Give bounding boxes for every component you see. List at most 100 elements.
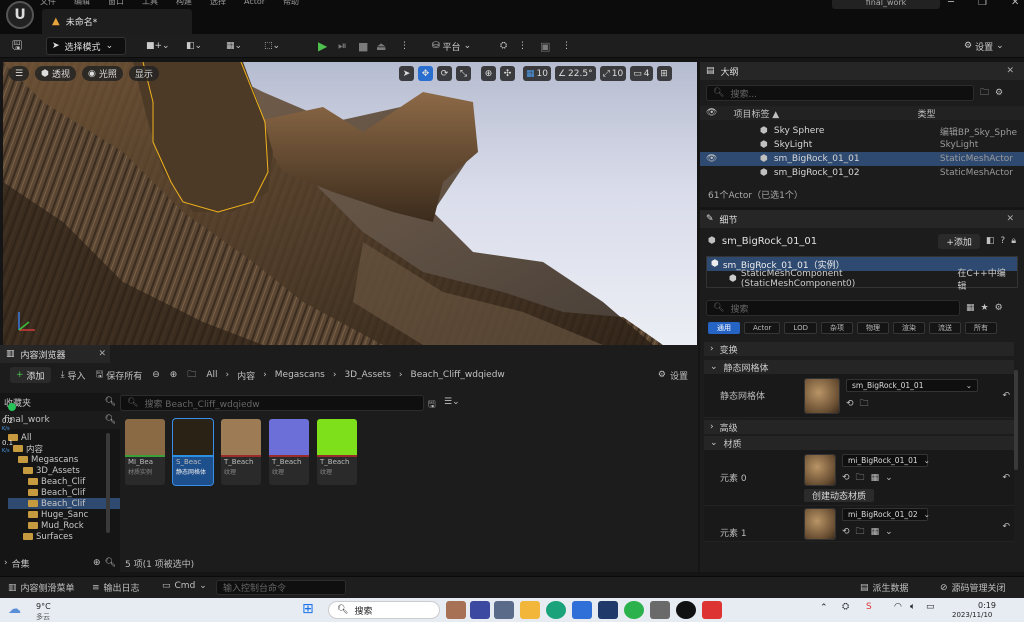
folder-tree-item[interactable]: Mud_Rock (8, 520, 120, 531)
more-icon[interactable]: ⋮ (562, 37, 571, 55)
cmd-dropdown[interactable]: ▭ Cmd ⌄ (162, 581, 207, 591)
menu-item[interactable]: 文件 (40, 0, 56, 7)
asset-tile[interactable]: S_Beac 静态网格体 (172, 418, 214, 486)
static-mesh-thumbnail[interactable] (804, 377, 840, 414)
blueprint-icon[interactable]: ◧⌄ (186, 37, 202, 55)
tray-app-icon[interactable]: S (866, 602, 872, 612)
forward-icon[interactable]: ⊕ (170, 370, 178, 380)
blueprint-icon[interactable]: ◧ (986, 236, 995, 246)
save-search-icon[interactable]: 🖫 (428, 397, 436, 413)
search-icon[interactable]: 🔍︎ (105, 415, 116, 425)
lock-icon[interactable]: 🔒︎ (1011, 236, 1016, 246)
folder-icon[interactable]: 🗀 (860, 396, 869, 412)
outliner-row[interactable]: ⬢ SkyLight SkyLight (700, 138, 1024, 152)
search-icon[interactable]: 🔍︎ (105, 558, 116, 568)
save-icon[interactable]: 🖫 (12, 37, 22, 55)
save-all-button[interactable]: 🖫 保存所有 (96, 367, 143, 383)
derived-data-button[interactable]: ▤ 派生数据 (860, 581, 909, 595)
details-search-input[interactable]: 🔍︎ 搜索 (706, 300, 960, 316)
outliner-col-type[interactable]: 类型 (917, 107, 935, 120)
element1-dropdown[interactable]: mi_BigRock_01_02 ⌄ (842, 508, 930, 521)
edit-in-cpp-link[interactable]: 在C++中编辑 (957, 266, 1013, 292)
play-icon[interactable]: ▶ (318, 37, 327, 55)
add-actor-icon[interactable]: ■+⌄ (146, 37, 170, 55)
app-icon[interactable] (702, 601, 722, 619)
modeling-icon[interactable]: ▣ (540, 37, 550, 55)
gear-icon[interactable]: ⚙ (995, 303, 1003, 313)
filter-icon[interactable]: ☰⌄ (444, 397, 460, 407)
widgets-icon[interactable] (494, 601, 514, 619)
close-icon[interactable]: ✕ (1006, 214, 1014, 224)
folder-tree-item[interactable]: Surfaces (8, 531, 120, 542)
taskview-icon[interactable] (470, 601, 490, 619)
rotate-tool-icon[interactable]: ⟳ (437, 66, 452, 81)
app-icon[interactable] (598, 601, 618, 619)
maximize-icon[interactable]: ❐ (978, 0, 987, 8)
battery-icon[interactable]: ▭ (926, 602, 935, 612)
content-browser-tab[interactable]: ▥ 内容浏览器 ✕ (0, 345, 110, 363)
details-scrollbar[interactable] (1014, 370, 1018, 470)
grid-snap-button[interactable]: ▦ 10 (523, 66, 551, 81)
play-next-frame-icon[interactable]: ⏯ (338, 37, 347, 55)
folder-tree-item[interactable]: Beach_Clif (8, 487, 120, 498)
element0-thumbnail[interactable] (804, 453, 836, 486)
show-button[interactable]: 显示 (128, 66, 159, 81)
folder-icon[interactable]: 🗀 (856, 470, 865, 486)
outliner-col-label[interactable]: 项目标签 ▲ (723, 107, 911, 120)
transform-section[interactable]: › 变换 (704, 342, 1014, 356)
weather-icon[interactable]: ☁ (8, 602, 21, 617)
folder-tree-item[interactable]: 内容 (8, 443, 120, 455)
filter-chip[interactable]: Actor (744, 322, 781, 334)
folder-icon[interactable]: 🗀 (187, 367, 196, 383)
weather-temp[interactable]: 9°C (36, 602, 51, 611)
close-icon[interactable]: ✕ (1011, 0, 1019, 8)
close-icon[interactable]: ✕ (1006, 66, 1014, 76)
outliner-row[interactable]: ⬢ Sky Sphere 编辑BP_Sky_Sphe (700, 124, 1024, 138)
browse-icon[interactable]: ⟲ (842, 527, 850, 537)
camera-speed-button[interactable]: ▭ 4 (630, 66, 653, 81)
menu-item[interactable]: 帮助 (283, 0, 299, 7)
reset-icon[interactable]: ↶ (1002, 391, 1010, 401)
stop-icon[interactable]: ■ (358, 37, 368, 55)
create-dynamic-material-button[interactable]: 创建动态材质 (804, 488, 875, 502)
outliner-search-input[interactable]: 🔍︎ 搜索... (706, 85, 974, 101)
collections-header[interactable]: › 合集 ⊕ 🔍︎ (0, 555, 120, 571)
play-options-icon[interactable]: ⋮ (400, 37, 409, 55)
platforms-dropdown[interactable]: ⛁ 平台 ⌄ (432, 37, 471, 55)
scale-snap-button[interactable]: ⤢ 10 (599, 66, 627, 81)
filter-chip[interactable]: 所有 (964, 322, 997, 334)
source-icon[interactable]: ⛭ (500, 37, 507, 55)
breadcrumb-item[interactable]: 3D_Assets (344, 370, 390, 380)
wifi-icon[interactable]: ◠ (894, 602, 902, 612)
material-icon[interactable]: ▦ (871, 473, 880, 483)
eye-icon[interactable]: 👁︎ (706, 108, 717, 118)
outliner-row[interactable]: ⬢ sm_BigRock_01_02 StaticMeshActor (700, 166, 1024, 180)
breadcrumb-item[interactable]: Beach_Cliff_wdqiedw (411, 370, 505, 380)
element0-dropdown[interactable]: mi_BigRock_01_01 ⌄ (842, 453, 930, 467)
close-icon[interactable]: ✕ (98, 349, 106, 359)
breadcrumb-item[interactable]: All (206, 370, 217, 380)
advanced-section[interactable]: › 高级 (704, 420, 1014, 434)
reset-icon[interactable]: ↶ (1002, 473, 1010, 483)
tray-icon[interactable]: ⛭ (842, 602, 849, 612)
app-icon[interactable] (650, 601, 670, 619)
add-component-button[interactable]: +添加 (938, 233, 980, 249)
clock-date[interactable]: 2023/11/10 (952, 611, 992, 619)
details-tab[interactable]: ✎ 细节 ✕ (700, 210, 1024, 228)
level-viewport[interactable]: ☰ ⬢ 透视 ◉ 光照 显示 ➤ ✥ ⟳ ⤡ ⊕ ✣ ▦ 10 ∠ 22.5° ⤢ 10 … (3, 62, 697, 345)
clock-time[interactable]: 0:19 (978, 601, 996, 610)
component-row[interactable]: ⬢ StaticMeshComponent (StaticMeshCompone… (707, 269, 1017, 292)
unreal-app-icon[interactable] (676, 601, 696, 619)
star-icon[interactable]: ★ (981, 303, 989, 313)
select-mode-dropdown[interactable]: ➤ 选择模式 ⌄ (46, 37, 126, 55)
level-tab[interactable]: ▲ 未命名* (42, 9, 192, 34)
filter-chip[interactable]: LOD (784, 322, 817, 334)
add-button[interactable]: + 添加 (10, 367, 51, 383)
filter-chip[interactable]: 物理 (856, 322, 889, 334)
import-button[interactable]: ⤓ 导入 (61, 369, 86, 382)
cinematics-icon[interactable]: ▦⌄ (226, 37, 242, 55)
folder-icon[interactable]: 🗀 (856, 524, 865, 540)
outliner-row-type[interactable]: 编辑BP_Sky_Sphe (940, 125, 1017, 138)
table-icon[interactable]: ▦ (966, 303, 975, 313)
menu-item[interactable]: 编辑 (74, 0, 90, 7)
